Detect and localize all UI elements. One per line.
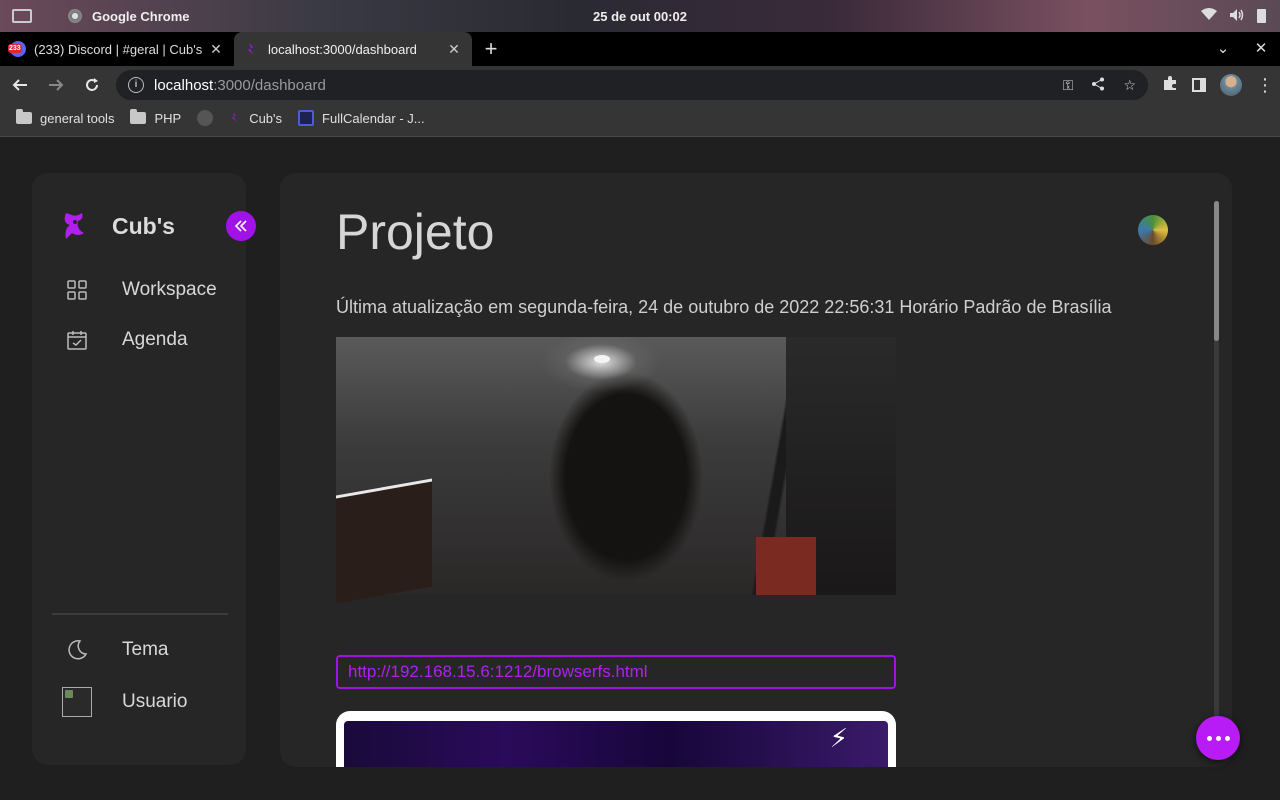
window-close-icon[interactable]: ✕: [1242, 32, 1280, 66]
bookmark-general-tools[interactable]: general tools: [16, 109, 114, 126]
side-panel-icon[interactable]: [1192, 78, 1206, 92]
sidebar-item-label: Usuario: [122, 691, 188, 712]
bookmarks-bar: general tools PHP Cub's FullCalendar - J…: [0, 104, 1280, 132]
lightning-icon: ⚡: [829, 723, 848, 753]
os-top-bar: Google Chrome 25 de out 00:02: [0, 0, 1280, 32]
scrollbar[interactable]: [1214, 201, 1219, 737]
sidebar-divider: [52, 613, 228, 615]
moon-icon: [66, 639, 88, 661]
cubs-logo-icon: [244, 41, 260, 57]
tab-search-icon[interactable]: ⌄: [1204, 32, 1242, 66]
webcam-video[interactable]: [336, 337, 896, 604]
sidebar-item-usuario[interactable]: Usuario: [62, 687, 187, 717]
chrome-icon: [68, 9, 82, 23]
scrollbar-thumb[interactable]: [1214, 201, 1219, 341]
tab-title: (233) Discord | #geral | Cub's: [34, 41, 203, 57]
sidebar-item-label: Tema: [122, 639, 169, 660]
menu-icon[interactable]: ⋮: [1256, 75, 1274, 96]
chat-icon: [1206, 735, 1230, 741]
broken-image-icon: [62, 687, 92, 717]
embedded-preview[interactable]: ⚡: [336, 711, 896, 767]
bookmark-php[interactable]: PHP: [130, 109, 181, 126]
grid-icon: [66, 279, 88, 301]
project-link[interactable]: http://192.168.15.6:1212/browserfs.html: [336, 655, 896, 689]
sidebar-item-agenda[interactable]: Agenda: [66, 329, 188, 351]
volume-icon[interactable]: [1229, 8, 1245, 25]
calendar-check-icon: [66, 329, 88, 351]
back-icon[interactable]: [4, 69, 36, 101]
reload-icon[interactable]: [76, 69, 108, 101]
tab-discord[interactable]: 233 (233) Discord | #geral | Cub's ✕: [0, 32, 234, 66]
profile-avatar[interactable]: [1220, 74, 1242, 96]
collapse-sidebar-button[interactable]: [226, 211, 256, 241]
close-tab-icon[interactable]: ✕: [446, 41, 462, 58]
calendar-icon: [298, 110, 315, 126]
cubs-logo-icon: [60, 211, 86, 241]
browser-toolbar: i localhost:3000/dashboard ⚿ ☆ ⋮: [0, 66, 1280, 104]
tab-dashboard[interactable]: localhost:3000/dashboard ✕: [234, 32, 472, 66]
sidebar: Cub's Workspace Agenda Tema Usuario: [32, 173, 256, 765]
site-info-icon[interactable]: i: [128, 77, 144, 93]
cubs-logo-icon: [229, 110, 241, 127]
avatar[interactable]: [1138, 215, 1168, 245]
clock[interactable]: 25 de out 00:02: [593, 9, 687, 24]
extensions-icon[interactable]: [1162, 75, 1178, 95]
close-tab-icon[interactable]: ✕: [208, 41, 224, 58]
page-viewport: Cub's Workspace Agenda Tema Usuario Proj…: [0, 137, 1280, 800]
address-bar[interactable]: i localhost:3000/dashboard ⚿ ☆: [116, 70, 1148, 100]
window-overview-icon[interactable]: [12, 9, 32, 23]
url-path: :3000/dashboard: [213, 76, 326, 94]
sidebar-item-tema[interactable]: Tema: [66, 639, 168, 661]
folder-icon: [130, 109, 147, 124]
wifi-icon[interactable]: [1201, 8, 1217, 24]
github-icon: [197, 110, 214, 126]
folder-icon: [16, 109, 32, 124]
main-panel: Projeto Última atualização em segunda-fe…: [280, 173, 1232, 767]
new-tab-button[interactable]: +: [472, 32, 510, 66]
bookmark-fullcalendar[interactable]: FullCalendar - J...: [298, 110, 425, 126]
battery-icon[interactable]: [1257, 9, 1266, 23]
discord-icon: 233: [8, 41, 26, 57]
chat-button[interactable]: [1196, 716, 1240, 760]
key-icon[interactable]: ⚿: [1063, 77, 1074, 94]
tab-title: localhost:3000/dashboard: [268, 41, 417, 57]
sidebar-item-label: Agenda: [122, 329, 188, 350]
app-name: Google Chrome: [92, 8, 190, 24]
forward-icon[interactable]: [40, 69, 72, 101]
brand[interactable]: Cub's: [60, 211, 175, 241]
sidebar-item-label: Workspace: [122, 279, 217, 300]
tab-strip: 233 (233) Discord | #geral | Cub's ✕ loc…: [0, 32, 1280, 66]
page-title: Projeto: [336, 204, 495, 260]
brand-name: Cub's: [112, 212, 175, 239]
share-icon[interactable]: [1091, 77, 1105, 94]
url-host: localhost: [154, 76, 214, 94]
bookmark-cubs[interactable]: Cub's: [229, 110, 282, 127]
bookmark-star-icon[interactable]: ☆: [1123, 77, 1136, 94]
sidebar-item-workspace[interactable]: Workspace: [66, 279, 217, 301]
bookmark-github[interactable]: [197, 110, 214, 126]
last-updated-text: Última atualização em segunda-feira, 24 …: [336, 297, 1112, 317]
